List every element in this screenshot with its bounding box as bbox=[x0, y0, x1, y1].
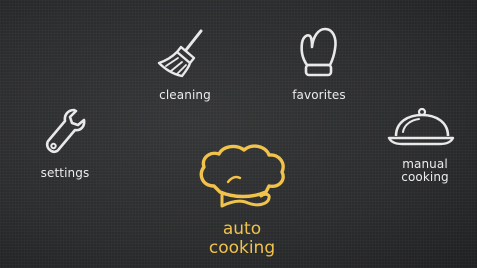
auto-cooking-label-line2: cooking bbox=[208, 238, 276, 258]
cloche-icon bbox=[387, 107, 455, 146]
manual-cooking-label-line2: cooking bbox=[401, 170, 449, 184]
auto-cooking-label: auto cooking bbox=[182, 220, 302, 258]
cleaning-button[interactable]: cleaning bbox=[140, 28, 230, 108]
manual-cooking-label: manual cooking bbox=[380, 158, 470, 184]
auto-cooking-label-line1: auto bbox=[222, 219, 262, 239]
cleaning-label: cleaning bbox=[159, 88, 211, 102]
favorites-button[interactable]: favorites bbox=[274, 25, 364, 105]
oven-mitt-icon bbox=[300, 27, 337, 77]
settings-button[interactable]: settings bbox=[20, 108, 110, 188]
manual-cooking-button[interactable]: manual cooking bbox=[380, 106, 470, 201]
brush-icon bbox=[157, 29, 203, 78]
wrench-icon bbox=[45, 108, 86, 154]
chef-hat-icon bbox=[199, 144, 285, 208]
settings-label: settings bbox=[40, 166, 90, 180]
oven-home-screen: settings cleaning favorites manual cooki… bbox=[0, 0, 477, 268]
auto-cooking-button[interactable]: auto cooking bbox=[182, 142, 302, 268]
favorites-label: favorites bbox=[292, 88, 346, 102]
